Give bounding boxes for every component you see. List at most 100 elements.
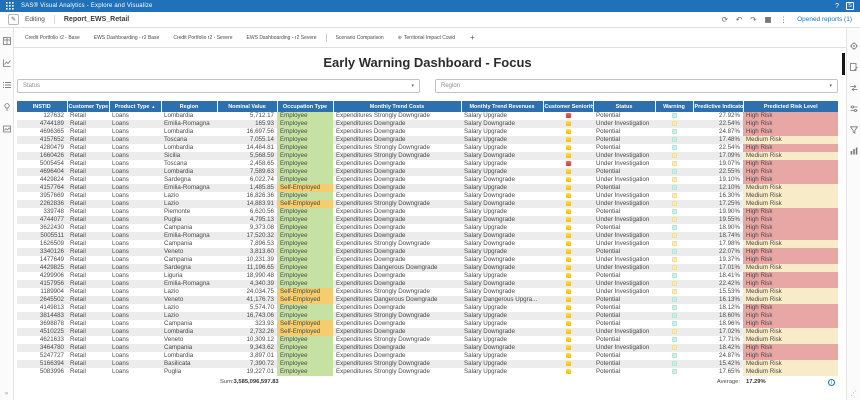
table-row[interactable]: 5005511RetailLoansEmilia-Romagna17,520.3…: [17, 232, 838, 240]
data-pane-icon[interactable]: [3, 37, 11, 45]
more-options-icon[interactable]: ⋮: [780, 15, 788, 24]
col-header-product_type[interactable]: Product Type▲: [109, 101, 161, 112]
table-row[interactable]: 4157764RetailLoansEmilia-Romagna1,485.85…: [17, 184, 838, 192]
col-header-instid[interactable]: INSTID: [17, 101, 67, 112]
cell-trend_revenues: Salary Upgrade: [461, 368, 543, 376]
tab-ews-dashboarding-r2-base[interactable]: EWS Dashboarding - r2 Base: [87, 28, 167, 47]
table-row[interactable]: 1189904RetailLoansLazio24,034.75Self-Emp…: [17, 288, 838, 296]
cell-trend_costs: Expenditures Downgrade: [333, 216, 461, 224]
layout-icon[interactable]: ▦: [764, 15, 771, 24]
cell-nominal_value: 7,055.14: [217, 136, 277, 144]
report-name[interactable]: Report_EWS_Retail: [64, 16, 129, 23]
undo-icon[interactable]: ↶: [736, 15, 742, 24]
opened-reports-link[interactable]: Opened reports (1): [797, 16, 852, 23]
scrollbar-thumb[interactable]: [842, 53, 845, 75]
table-row[interactable]: 2645502RetailLoansVeneto41,176.73Self-Em…: [17, 296, 838, 304]
pin-pane-icon[interactable]: [3, 103, 11, 111]
table-row[interactable]: 4744077RetailLoansPuglia4,795.13Employee…: [17, 216, 838, 224]
table-row[interactable]: 3698878RetailLoansCampania323.93Self-Emp…: [17, 320, 838, 328]
table-row[interactable]: 3464780RetailLoansCampania9,343.62Employ…: [17, 344, 838, 352]
table-row[interactable]: 4429824RetailLoansSardegna6,022.74Employ…: [17, 176, 838, 184]
actions-arrows-icon[interactable]: [850, 84, 858, 92]
table-row[interactable]: 5005454RetailLoansToscana2,458.65Employe…: [17, 160, 838, 168]
table-row[interactable]: 5166394RetailLoansBasilicata7,390.72Empl…: [17, 360, 838, 368]
table-row[interactable]: 4299906RetailLoansLiguria18,990.48Employ…: [17, 272, 838, 280]
tab-credit-portfolio-r2-severe[interactable]: Credit Portfolio r2 - Severe: [166, 28, 239, 47]
cell-instid: 2645502: [17, 296, 67, 304]
sum-cell: Sum: 3,585,096,597.83: [217, 376, 277, 388]
cell-warning: [655, 304, 693, 312]
table-row[interactable]: 1626509RetailLoansCampania7,896.53Employ…: [17, 240, 838, 248]
tab-scenario-comparison[interactable]: Scenario Comparison: [329, 28, 391, 47]
avatar[interactable]: S: [846, 2, 854, 10]
col-header-nominal_value[interactable]: Nominal Value: [217, 101, 277, 112]
objects-pane-icon[interactable]: [3, 59, 11, 67]
table-row[interactable]: 339748RetailLoansPiemonte6,620.56Employe…: [17, 208, 838, 216]
table-row[interactable]: 3957669RetailLoansLazio16,826.36Employee…: [17, 192, 838, 200]
cell-trend_revenues: Salary Downgrade: [461, 288, 543, 296]
refresh-icon[interactable]: ⟳: [722, 15, 728, 24]
col-header-warning[interactable]: Warning: [655, 101, 693, 112]
table-row[interactable]: 5247727RetailLoansLombardia3,897.01Emplo…: [17, 352, 838, 360]
ranks-chart-icon[interactable]: [850, 147, 858, 155]
cell-instid: 4621633: [17, 336, 67, 344]
table-row[interactable]: 3622430RetailLoansCampania9,373.08Employ…: [17, 224, 838, 232]
cell-region: Sicilia: [161, 152, 217, 160]
col-header-region[interactable]: Region: [161, 101, 217, 112]
cell-warning: [655, 144, 693, 152]
region-filter-dropdown[interactable]: Region ▾: [435, 79, 838, 93]
col-header-trend_costs[interactable]: Monthly Trend Costs: [333, 101, 461, 112]
style-pane-icon[interactable]: [850, 63, 858, 71]
col-header-occupation[interactable]: Occupation Type: [277, 101, 333, 112]
table-row[interactable]: 5083996RetailLoansPuglia19,227.01Employe…: [17, 368, 838, 376]
table-row[interactable]: 3814483RetailLoansLazio16,743.06Employee…: [17, 312, 838, 320]
table-row[interactable]: 4696365RetailLoansLombardia16,697.56Empl…: [17, 128, 838, 136]
cell-customer_type: Retail: [67, 288, 109, 296]
info-icon[interactable]: i: [828, 379, 835, 386]
cell-trend_revenues: Salary Downgrade: [461, 328, 543, 336]
table-row[interactable]: 1477649RetailLoansCampania10,231.39Emplo…: [17, 256, 838, 264]
tab-territorial-impact-covid[interactable]: ⊕Territorial Impact Covid: [391, 28, 462, 47]
cell-trend_costs: Expenditures Downgrade: [333, 304, 461, 312]
table-row[interactable]: 3340126RetailLoansVeneto3,813.60Employee…: [17, 248, 838, 256]
tab-ews-dashboarding-r2-severe[interactable]: EWS Dashboarding - r2 Severe: [240, 28, 324, 47]
status-filter-dropdown[interactable]: Status ▾: [17, 79, 420, 93]
tab-credit-portfolio-r2-base[interactable]: Credit Portfolio r2 - Base: [18, 28, 87, 47]
table-row[interactable]: 1660426RetailLoansSicilia5,568.59Employe…: [17, 152, 838, 160]
table-row[interactable]: 4157652RetailLoansToscana7,055.14Employe…: [17, 136, 838, 144]
collapse-rail-icon[interactable]: »: [5, 391, 8, 397]
app-menu-icon[interactable]: [6, 2, 14, 10]
filters-funnel-icon[interactable]: [850, 126, 858, 134]
table-row[interactable]: 4744189RetailLoansEmilia-Romagna165.93Em…: [17, 120, 838, 128]
table-row[interactable]: 127632RetailLoansLombardia5,712.17Employ…: [17, 112, 838, 120]
cell-instid: 4429825: [17, 264, 67, 272]
table-row[interactable]: 4429825RetailLoansSardegna11,196.65Emplo…: [17, 264, 838, 272]
cell-seniority: [543, 328, 593, 336]
media-pane-icon[interactable]: [3, 125, 11, 133]
table-row[interactable]: 4621633RetailLoansVeneto10,309.12Employe…: [17, 336, 838, 344]
edit-mode-button[interactable]: ✎: [8, 14, 19, 25]
col-header-customer_type[interactable]: Customer Type: [67, 101, 109, 112]
page-title: Early Warning Dashboard - Focus: [17, 55, 838, 70]
redo-icon[interactable]: ↷: [750, 15, 756, 24]
col-header-predictive[interactable]: Predictive Indicator: [693, 101, 743, 112]
table-row[interactable]: 4157956RetailLoansEmilia-Romagna4,340.39…: [17, 280, 838, 288]
cell-trend_costs: Expenditures Downgrade: [333, 128, 461, 136]
add-tab-button[interactable]: +: [462, 33, 483, 42]
table-row[interactable]: 2262836RetailLoansLazio14,883.91Self-Emp…: [17, 200, 838, 208]
table-row[interactable]: 4280479RetailLoansLombardia14,484.81Empl…: [17, 144, 838, 152]
roles-sliders-icon[interactable]: [850, 105, 858, 113]
col-header-trend_revenues[interactable]: Monthly Trend Revenues: [461, 101, 543, 112]
table-row[interactable]: 4510225RetailLoansLombardia2,732.26Self-…: [17, 328, 838, 336]
options-gear-icon[interactable]: [850, 42, 858, 50]
cell-trend_costs: Expenditures Downgrade: [333, 176, 461, 184]
table-row[interactable]: 4149813RetailLoansLazio5,574.70EmployeeE…: [17, 304, 838, 312]
col-header-seniority[interactable]: Customer Seniority: [543, 101, 593, 112]
table-row[interactable]: 4696404RetailLoansLombardia7,589.63Emplo…: [17, 168, 838, 176]
cell-nominal_value: 165.93: [217, 120, 277, 128]
col-header-status[interactable]: Status: [593, 101, 655, 112]
outline-pane-icon[interactable]: [3, 81, 11, 89]
resize-grip-icon[interactable]: ⋰: [851, 390, 857, 397]
help-icon[interactable]: ?: [835, 3, 839, 10]
col-header-risk[interactable]: Predicted Risk Level: [743, 101, 838, 112]
